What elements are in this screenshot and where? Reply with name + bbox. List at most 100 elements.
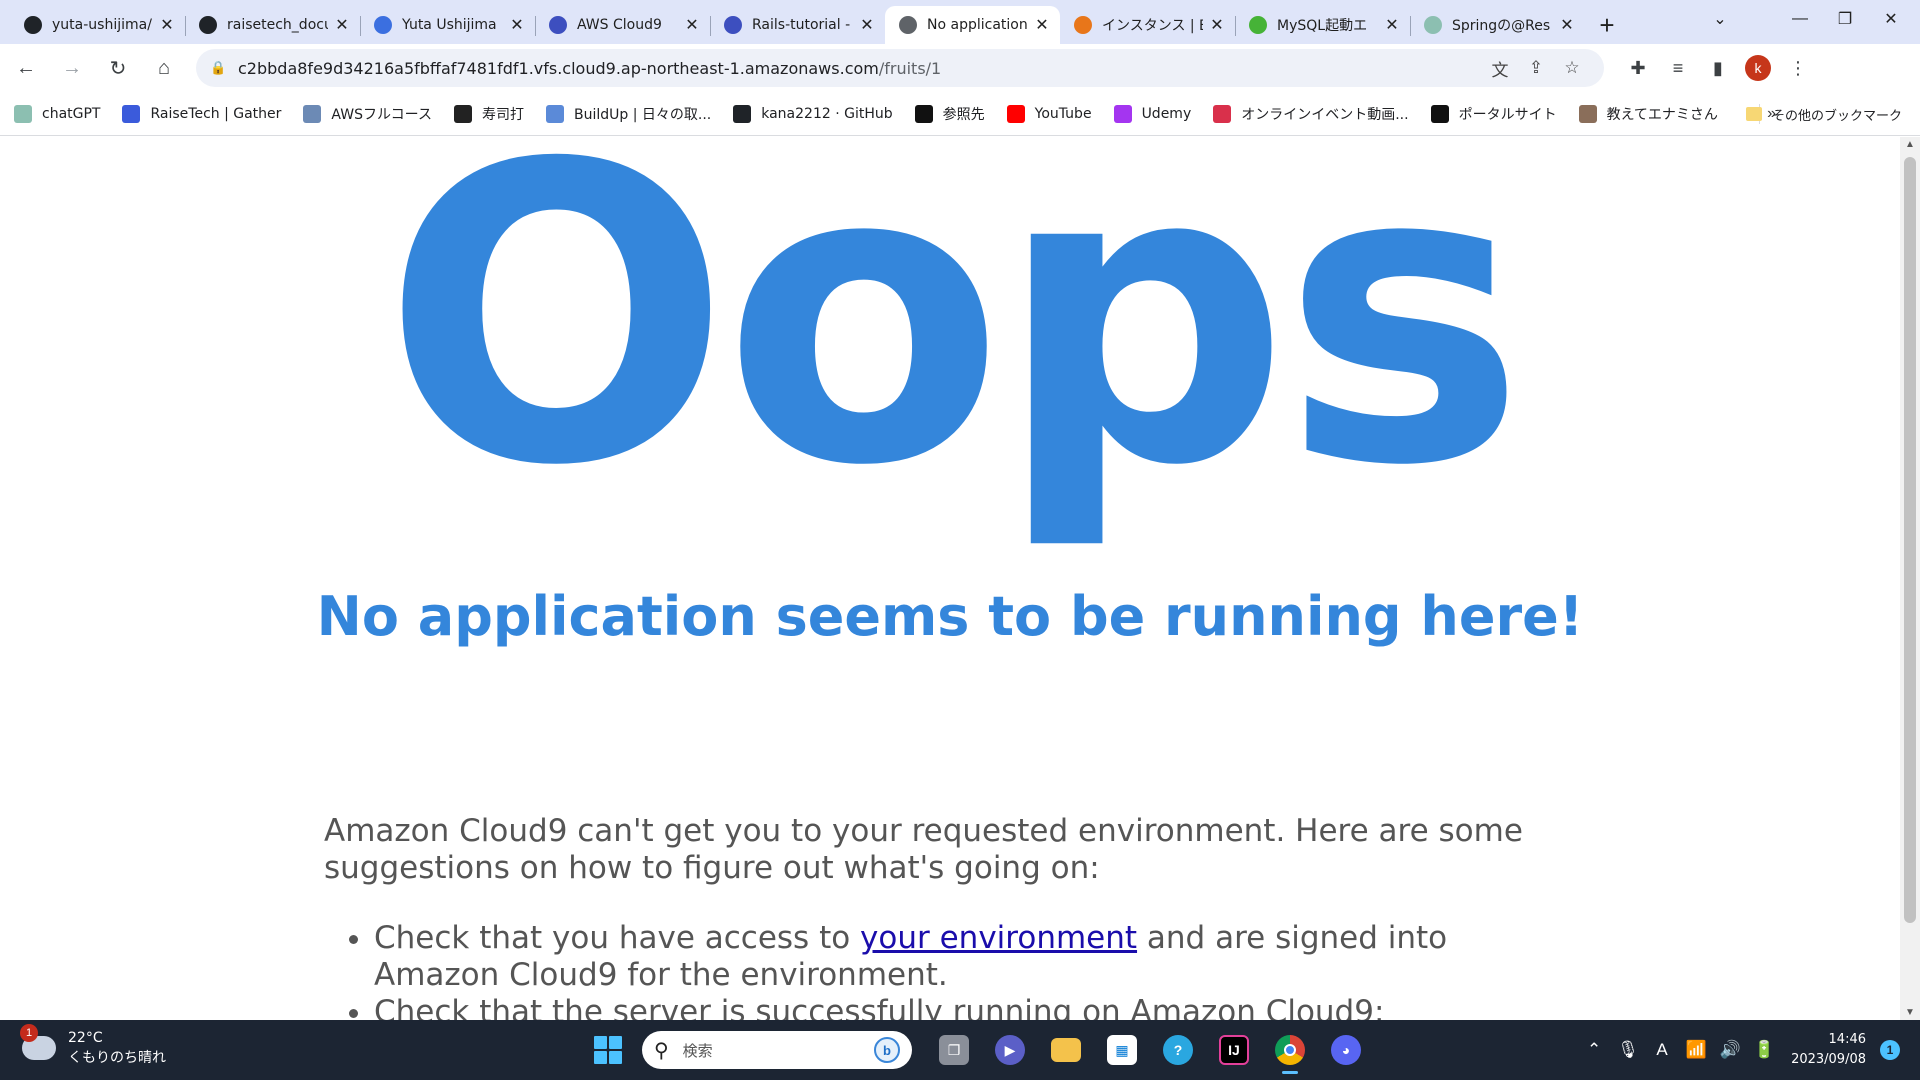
tab-7[interactable]: MySQL起動エ ✕ [1235, 6, 1410, 44]
close-tab-icon[interactable]: ✕ [1034, 15, 1050, 35]
bookmark-item[interactable]: ポータルサイト [1430, 104, 1557, 124]
taskbar-search[interactable]: ⚲ 検索 b [642, 1031, 912, 1069]
tab-5[interactable]: No application ✕ [885, 6, 1060, 44]
bookmark-item[interactable]: 教えてエナミさん [1578, 104, 1718, 124]
weather-widget[interactable]: 1 22°C くもりのち晴れ [20, 1024, 166, 1068]
close-tab-icon[interactable]: ✕ [684, 15, 700, 35]
ime-indicator[interactable]: A [1645, 1033, 1679, 1067]
bookmark-label: 寿司打 [481, 106, 524, 123]
teams-button[interactable]: ▶ [986, 1026, 1034, 1074]
clock-date: 2023/09/08 [1791, 1052, 1866, 1067]
tab-8[interactable]: Springの@Res ✕ [1410, 6, 1585, 44]
new-tab-button[interactable]: + [1585, 6, 1629, 44]
minimize-button[interactable]: — [1770, 0, 1830, 38]
scroll-thumb[interactable] [1904, 157, 1916, 923]
menu-icon[interactable]: ⋮ [1778, 48, 1818, 88]
bookmark-label: 参照先 [942, 106, 985, 123]
bookmark-item[interactable]: オンラインイベント動画... [1213, 104, 1409, 124]
close-tab-icon[interactable]: ✕ [509, 15, 525, 35]
suggestion-item: Check that you have access to your envir… [374, 920, 1524, 994]
other-bookmarks-folder[interactable]: その他のブックマーク [1745, 92, 1902, 136]
tab-3[interactable]: AWS Cloud9 ✕ [535, 6, 710, 44]
tab-title: インスタンス | EC [1102, 18, 1203, 34]
bookmark-item[interactable]: BuildUp | 日々の取... [545, 104, 712, 124]
udemy-icon [1113, 104, 1132, 123]
vertical-scrollbar[interactable]: ▲ ▼ [1900, 137, 1920, 1020]
tab-2[interactable]: Yuta Ushijima ✕ [360, 6, 535, 44]
close-tab-icon[interactable]: ✕ [334, 15, 350, 35]
address-bar[interactable]: 🔒 c2bbda8fe9d34216a5fbffaf7481fdf1.vfs.c… [196, 49, 1604, 87]
tab-4[interactable]: Rails-tutorial - ✕ [710, 6, 885, 44]
tab-title: raisetech_docu [227, 17, 328, 33]
weather-temperature: 22°C [68, 1030, 103, 1046]
scroll-up-arrow[interactable]: ▲ [1900, 139, 1920, 150]
volume-icon[interactable]: 🔊 [1713, 1033, 1747, 1067]
tab-search-icon[interactable]: ⌄ [1690, 0, 1750, 38]
tab-0[interactable]: yuta-ushijima/ ✕ [10, 6, 185, 44]
close-tab-icon[interactable]: ✕ [159, 15, 175, 35]
bookmark-label: BuildUp | 日々の取... [573, 106, 712, 123]
reading-list-icon[interactable]: ≡ [1658, 48, 1698, 88]
close-window-button[interactable]: ✕ [1862, 0, 1920, 38]
forward-button[interactable]: → [52, 48, 92, 88]
restore-button[interactable]: ❐ [1830, 0, 1860, 38]
weather-text: 22°C くもりのち晴れ [68, 1028, 166, 1068]
your-environment-link[interactable]: your environment [860, 920, 1137, 956]
github-icon [24, 16, 42, 34]
task-view-button[interactable]: ❐ [930, 1026, 978, 1074]
url-text[interactable]: c2bbda8fe9d34216a5fbffaf7481fdf1.vfs.clo… [238, 59, 1482, 78]
extensions-icon[interactable]: ✚ [1618, 48, 1658, 88]
event-icon [1213, 104, 1232, 123]
suggestion-text: Check that you have access to [374, 920, 861, 956]
close-tab-icon[interactable]: ✕ [1384, 15, 1400, 35]
bookmark-star-icon[interactable]: ☆ [1554, 50, 1590, 86]
battery-icon[interactable]: 🔋 [1747, 1033, 1781, 1067]
bookmark-label: YouTube [1034, 105, 1092, 122]
page-viewport: Oops No application seems to be running … [0, 137, 1900, 1020]
bookmark-item[interactable]: 参照先 [914, 104, 985, 124]
search-icon: ⚲ [654, 1039, 669, 1062]
bookmark-list: chatGPT RaiseTech | Gather AWSフルコース 寿司打 Buil… [14, 104, 1740, 124]
help-button[interactable]: ? [1154, 1026, 1202, 1074]
bookmark-item[interactable]: chatGPT [14, 104, 100, 123]
tab-6[interactable]: インスタンス | EC ✕ [1060, 6, 1235, 44]
start-button[interactable] [584, 1026, 632, 1074]
bookmark-item[interactable]: AWSフルコース [303, 104, 432, 124]
notification-badge[interactable]: 1 [1880, 1040, 1900, 1060]
close-tab-icon[interactable]: ✕ [859, 15, 875, 35]
intellij-button[interactable]: IJ [1210, 1026, 1258, 1074]
site-info-icon[interactable]: 🔒 [210, 60, 226, 76]
store-button[interactable]: ▦ [1098, 1026, 1146, 1074]
bookmark-item[interactable]: RaiseTech | Gather [122, 104, 281, 123]
chrome-button[interactable] [1266, 1026, 1314, 1074]
bing-icon[interactable]: b [874, 1037, 900, 1063]
clock[interactable]: 14:46 2023/09/08 [1791, 1030, 1866, 1070]
oops-heading: Oops [382, 137, 1526, 555]
bookmark-item[interactable]: YouTube [1006, 104, 1092, 123]
home-button[interactable]: ⌂ [144, 48, 184, 88]
chrome-icon [1275, 1035, 1305, 1065]
tab-title: Yuta Ushijima [402, 17, 497, 33]
browser-toolbar: ← → ↻ ⌂ 🔒 c2bbda8fe9d34216a5fbffaf7481fd… [0, 44, 1920, 92]
share-icon[interactable]: ⇪ [1518, 50, 1554, 86]
reload-button[interactable]: ↻ [98, 48, 138, 88]
microphone-icon[interactable]: 🎙 [1611, 1033, 1645, 1067]
chevron-up-icon[interactable]: ⌃ [1577, 1033, 1611, 1067]
bookmark-item[interactable]: Udemy [1113, 104, 1191, 123]
teams-icon: ▶ [995, 1035, 1025, 1065]
store-icon: ▦ [1107, 1035, 1137, 1065]
scroll-down-arrow[interactable]: ▼ [1900, 1007, 1920, 1018]
bookmark-item[interactable]: kana2212 · GitHub [733, 104, 893, 123]
tab-1[interactable]: raisetech_docu ✕ [185, 6, 360, 44]
wifi-icon[interactable]: 📶 [1679, 1033, 1713, 1067]
translate-icon[interactable]: 文 [1482, 50, 1518, 86]
bookmark-item[interactable]: 寿司打 [453, 104, 524, 124]
back-button[interactable]: ← [6, 48, 46, 88]
file-explorer-button[interactable] [1042, 1026, 1090, 1074]
close-tab-icon[interactable]: ✕ [1209, 15, 1225, 35]
side-panel-icon[interactable]: ▮ [1698, 48, 1738, 88]
globe-icon [899, 16, 917, 34]
profile-avatar[interactable]: k [1738, 48, 1778, 88]
discord-button[interactable]: ◕ [1322, 1026, 1370, 1074]
close-tab-icon[interactable]: ✕ [1559, 15, 1575, 35]
